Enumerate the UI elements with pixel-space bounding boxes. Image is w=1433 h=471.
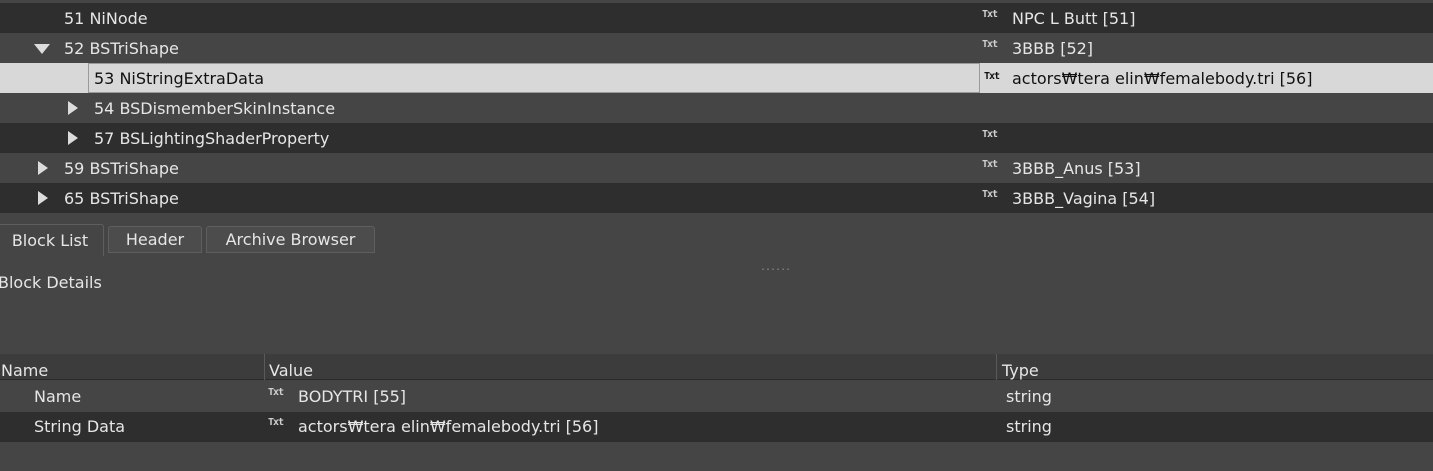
tree-row-value: 3BBB_Anus [53] [1012,158,1141,178]
tree-row-value: 3BBB_Vagina [54] [1012,188,1156,208]
tab-archive-browser[interactable]: Archive Browser [206,226,375,253]
tab-label: Header [125,230,185,249]
tree-row-label: 53 NiStringExtraData [94,68,265,88]
column-header-name[interactable]: Name [0,354,265,380]
table-header: Name Value Type [0,354,1433,380]
tree-row-value: NPC L Butt [51] [1012,8,1136,28]
tree-row-label: 52 BSTriShape [64,38,179,58]
cell-type: string [1006,387,1052,406]
tree-row[interactable]: 51 NiNode Txt NPC L Butt [51] [0,3,1433,33]
tree-row-label: 51 NiNode [64,8,148,28]
tree-row-label: 54 BSDismemberSkinInstance [94,98,336,118]
table-row[interactable]: String Data Txt actors₩tera elin₩femaleb… [0,412,1433,442]
expand-arrow-right-icon[interactable] [38,161,48,175]
cell-value: BODYTRI [55] [298,387,407,406]
splitter-handle[interactable]: ...... [760,262,791,273]
tree-row-label: 59 BSTriShape [64,158,179,178]
cell-name: String Data [34,417,126,436]
tree-row-value: 3BBB [52] [1012,38,1094,58]
block-tree: 51 NiNode Txt NPC L Butt [51] 52 BSTriSh… [0,3,1433,213]
tab-header[interactable]: Header [108,226,202,253]
expand-arrow-right-icon[interactable] [38,191,48,205]
cell-value: actors₩tera elin₩femalebody.tri [56] [298,417,599,436]
tree-row-selected[interactable]: 53 NiStringExtraData Txt actors₩tera eli… [0,63,1433,93]
cell-type: string [1006,417,1052,436]
column-header-label: Value [269,361,313,380]
tree-row-label: 65 BSTriShape [64,188,179,208]
column-header-type[interactable]: Type [997,354,1433,380]
tab-block-list[interactable]: Block List [0,224,104,256]
tree-row[interactable]: 65 BSTriShape Txt 3BBB_Vagina [54] [0,183,1433,213]
cell-name: Name [34,387,82,406]
selected-name-cell[interactable]: 53 NiStringExtraData [88,63,980,93]
details-table: Name Value Type Name Txt BODYTRI [55] st… [0,354,1433,471]
text-icon: Txt [982,9,998,20]
block-details-title: Block Details [0,273,102,292]
expand-arrow-right-icon[interactable] [68,131,78,145]
text-icon: Txt [982,189,998,200]
tree-row-label: 57 BSLightingShaderProperty [94,128,330,148]
expand-arrow-right-icon[interactable] [68,101,78,115]
tree-row[interactable]: 57 BSLightingShaderProperty Txt [0,123,1433,153]
tree-row[interactable]: 59 BSTriShape Txt 3BBB_Anus [53] [0,153,1433,183]
tab-label: Block List [11,231,89,250]
text-icon: Txt [984,71,1000,82]
column-header-value[interactable]: Value [265,354,997,380]
text-icon: Txt [982,159,998,170]
tab-bar: Block List Header Archive Browser [0,222,1433,256]
tree-row[interactable]: 52 BSTriShape Txt 3BBB [52] [0,33,1433,63]
text-icon: Txt [982,129,998,140]
column-header-label: Type [1002,361,1039,380]
tree-row[interactable]: 54 BSDismemberSkinInstance [0,93,1433,123]
tree-row-value: actors₩tera elin₩femalebody.tri [56] [1012,68,1313,88]
text-icon: Txt [268,387,284,398]
expand-arrow-down-icon[interactable] [34,44,50,54]
tab-label: Archive Browser [225,230,356,249]
column-header-label: Name [1,361,49,380]
text-icon: Txt [982,39,998,50]
table-row[interactable]: Name Txt BODYTRI [55] string [0,382,1433,412]
text-icon: Txt [268,417,284,428]
